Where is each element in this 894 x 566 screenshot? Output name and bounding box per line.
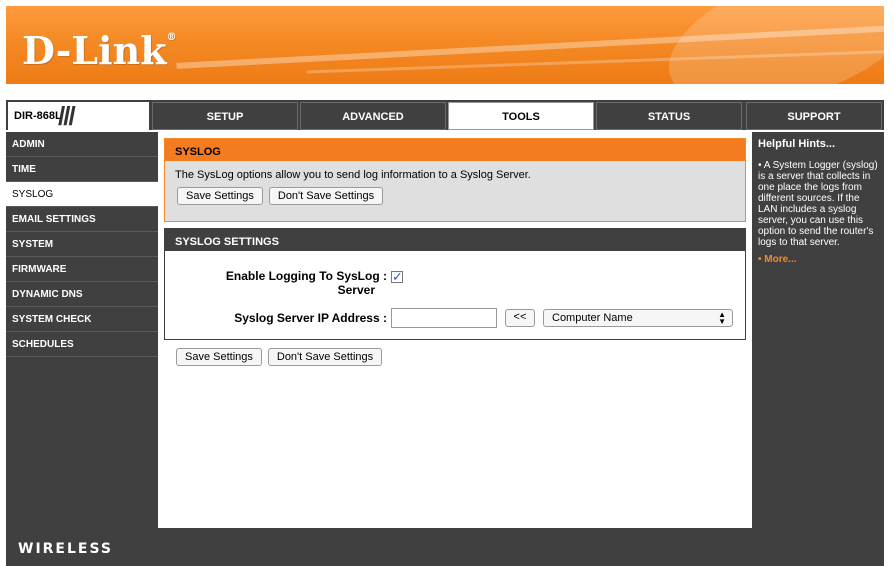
tab-advanced[interactable]: ADVANCED [300, 102, 446, 130]
sidebar-item-firmware[interactable]: FIRMWARE [6, 257, 158, 282]
brand-banner: D-Link® [6, 6, 884, 84]
sidebar-item-schedules[interactable]: SCHEDULES [6, 332, 158, 357]
wireless-label: WIRELESS [18, 541, 114, 557]
header: D-Link® [0, 0, 894, 96]
model-name: DIR-868L [14, 110, 62, 122]
enable-logging-checkbox[interactable]: ✓ [391, 269, 403, 284]
section-title: SYSLOG [165, 139, 745, 161]
server-ip-input[interactable] [391, 308, 497, 328]
dlink-logo: D-Link® [22, 28, 177, 73]
sidebar: ADMIN TIME SYSLOG EMAIL SETTINGS SYSTEM … [6, 132, 158, 528]
dont-save-settings-button[interactable]: Don't Save Settings [268, 187, 384, 205]
model-slash-icon: /// [58, 101, 76, 131]
syslog-section: SYSLOG The SysLog options allow you to s… [164, 138, 746, 222]
footer: WIRELESS [6, 528, 884, 566]
sidebar-item-dynamic-dns[interactable]: DYNAMIC DNS [6, 282, 158, 307]
section-description: The SysLog options allow you to send log… [175, 169, 531, 181]
helpful-hints-panel: Helpful Hints... • A System Logger (sysl… [752, 132, 884, 528]
hints-more-link[interactable]: • More... [758, 254, 880, 265]
section-title: SYSLOG SETTINGS [165, 229, 745, 251]
sidebar-item-email-settings[interactable]: EMAIL SETTINGS [6, 207, 158, 232]
tab-tools[interactable]: TOOLS [448, 102, 594, 130]
model-badge: DIR-868L /// [8, 102, 149, 132]
tab-setup[interactable]: SETUP [152, 102, 298, 130]
sidebar-item-time[interactable]: TIME [6, 157, 158, 182]
tab-status[interactable]: STATUS [596, 102, 742, 130]
hints-title: Helpful Hints... [758, 138, 835, 150]
sidebar-item-admin[interactable]: ADMIN [6, 132, 158, 157]
copy-ip-button[interactable]: << [505, 309, 535, 327]
select-caret-icon: ▲ ▼ [718, 310, 726, 326]
computer-name-select[interactable]: Computer Name ▲ ▼ [543, 309, 733, 327]
top-nav: DIR-868L /// SETUP ADVANCED TOOLS STATUS… [6, 98, 884, 132]
sidebar-item-syslog[interactable]: SYSLOG [6, 182, 158, 207]
checkmark-icon: ✓ [392, 269, 403, 284]
server-ip-label: Syslog Server IP Address : [234, 311, 387, 325]
save-settings-button[interactable]: Save Settings [177, 187, 263, 205]
syslog-settings-section: SYSLOG SETTINGS Enable Logging To SysLog… [164, 228, 746, 340]
hints-text: • A System Logger (syslog) is a server t… [758, 160, 878, 248]
save-settings-button-bottom[interactable]: Save Settings [176, 348, 262, 366]
main-content: SYSLOG The SysLog options allow you to s… [160, 132, 750, 528]
tab-support[interactable]: SUPPORT [746, 102, 882, 130]
dont-save-settings-button-bottom[interactable]: Don't Save Settings [267, 348, 383, 366]
sidebar-item-system[interactable]: SYSTEM [6, 232, 158, 257]
banner-swoosh [651, 6, 884, 84]
enable-logging-label: Enable Logging To SysLog : Server [225, 269, 387, 297]
